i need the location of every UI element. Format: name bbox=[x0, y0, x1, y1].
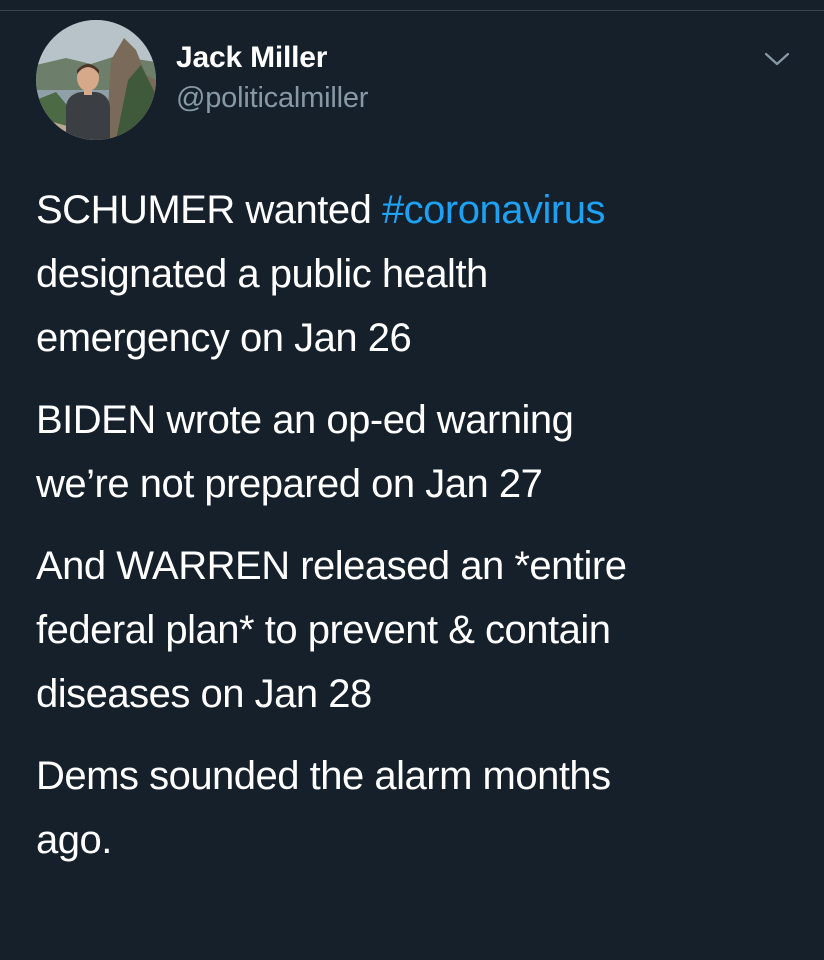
display-name[interactable]: Jack Miller bbox=[176, 38, 368, 78]
tweet-line: diseases on Jan 28 bbox=[36, 672, 372, 716]
tweet-text-segment: SCHUMER wanted bbox=[36, 188, 382, 232]
tweet-line: BIDEN wrote an op-ed warning bbox=[36, 398, 574, 442]
tweet-line: SCHUMER wanted #coronavirus bbox=[36, 178, 796, 242]
tweet-line: federal plan* to prevent & contain bbox=[36, 608, 611, 652]
avatar-photo bbox=[36, 20, 156, 140]
tweet-line: emergency on Jan 26 bbox=[36, 316, 412, 360]
tweet-text: SCHUMER wanted #coronavirus designated a… bbox=[36, 178, 796, 890]
chevron-down-icon[interactable] bbox=[762, 44, 792, 74]
paragraph-schumer: SCHUMER wanted #coronavirus designated a… bbox=[36, 178, 796, 370]
tweet-line: And WARREN released an *entire bbox=[36, 544, 627, 588]
tweet-line: designated a public health bbox=[36, 252, 488, 296]
paragraph-biden: BIDEN wrote an op-ed warning we’re not p… bbox=[36, 388, 796, 516]
tweet-line: ago. bbox=[36, 818, 112, 862]
paragraph-warren: And WARREN released an *entire federal p… bbox=[36, 534, 796, 726]
top-divider bbox=[0, 10, 824, 11]
hashtag-link[interactable]: #coronavirus bbox=[382, 188, 606, 232]
user-handle[interactable]: @politicalmiller bbox=[176, 78, 368, 118]
avatar[interactable] bbox=[36, 20, 156, 140]
tweet-author[interactable]: Jack Miller @politicalmiller bbox=[176, 38, 368, 118]
tweet-line: we’re not prepared on Jan 27 bbox=[36, 462, 543, 506]
tweet-line: Dems sounded the alarm months bbox=[36, 754, 611, 798]
paragraph-dems: Dems sounded the alarm months ago. bbox=[36, 744, 796, 872]
